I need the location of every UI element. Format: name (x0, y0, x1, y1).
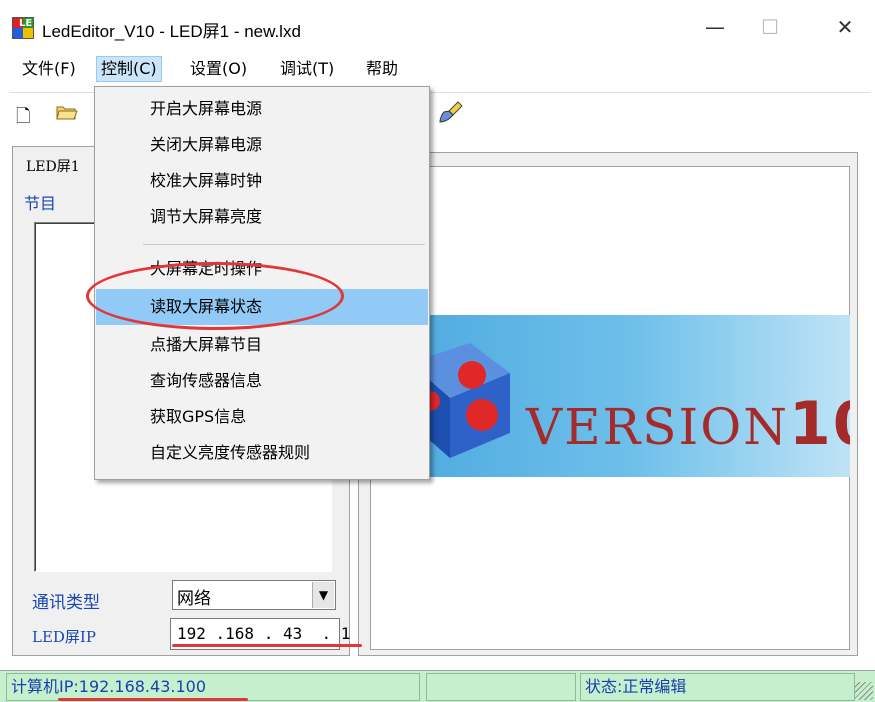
menu-settings[interactable]: 设置(O) (186, 56, 251, 82)
resize-grip-icon[interactable] (855, 682, 873, 700)
annotation-ellipse (86, 262, 344, 330)
menu-separator (143, 244, 425, 245)
open-folder-icon[interactable] (56, 103, 78, 126)
annotation-underline-status (58, 698, 248, 701)
version-text-prefix: VERSION (526, 398, 789, 456)
menu-item-play-program[interactable]: 点播大屏幕节目 (96, 327, 428, 363)
menu-item-calibrate-clock[interactable]: 校准大屏幕时钟 (96, 163, 428, 199)
program-label: 节目 (24, 194, 57, 213)
comm-type-select[interactable]: 网络 ▼ (172, 580, 336, 610)
tab-led-screen[interactable]: LED屏1 (26, 156, 80, 176)
menu-bar: 文件(F) 控制(C) 设置(O) 调试(T) 帮助 (0, 52, 875, 84)
comm-type-label: 通讯类型 (32, 593, 100, 613)
menu-item-custom-brightness-rule[interactable]: 自定义亮度传感器规则 (96, 435, 428, 471)
version-number: 10 (789, 389, 850, 459)
app-icon: LE (12, 17, 34, 39)
comm-type-value: 网络 (177, 589, 211, 609)
menu-item-power-off[interactable]: 关闭大屏幕电源 (96, 127, 428, 163)
menu-file[interactable]: 文件(F) (18, 56, 80, 82)
chevron-down-icon[interactable]: ▼ (312, 582, 334, 608)
ip-label: LED屏IP (32, 628, 96, 646)
version-banner: VERSION10 (370, 315, 850, 477)
menu-control[interactable]: 控制(C) (96, 56, 162, 82)
window-title: LedEditor_V10 - LED屏1 - new.lxd (42, 22, 301, 41)
status-state: 状态:正常编辑 (580, 673, 855, 701)
menu-help[interactable]: 帮助 (362, 56, 402, 82)
new-file-icon[interactable]: 🗋 (16, 104, 30, 134)
annotation-underline-ip (172, 644, 362, 647)
close-button[interactable]: ✕ (825, 12, 865, 42)
app-icon-label: LE (19, 18, 33, 29)
brush-icon[interactable] (438, 100, 464, 130)
version-text: VERSION10 (526, 389, 850, 459)
menu-item-adjust-brightness[interactable]: 调节大屏幕亮度 (96, 199, 428, 235)
maximize-button[interactable]: ☐ (750, 12, 790, 42)
menu-item-power-on[interactable]: 开启大屏幕电源 (96, 91, 428, 127)
status-computer-ip: 计算机IP:192.168.43.100 (6, 673, 420, 701)
menu-debug[interactable]: 调试(T) (276, 56, 338, 82)
minimize-button[interactable]: — (695, 12, 735, 42)
menu-item-query-sensor[interactable]: 查询传感器信息 (96, 363, 428, 399)
status-middle-pane (426, 673, 576, 701)
menu-item-get-gps[interactable]: 获取GPS信息 (96, 399, 428, 435)
